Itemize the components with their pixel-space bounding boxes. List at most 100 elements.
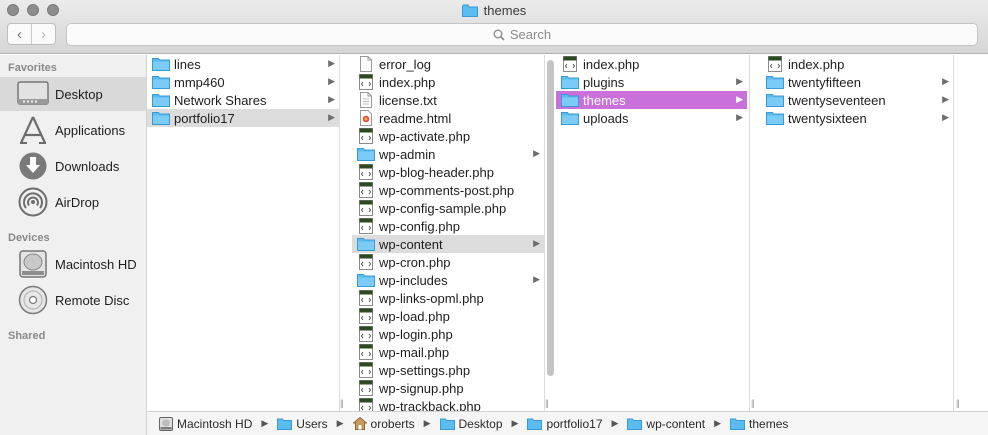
airdrop-icon	[16, 185, 50, 219]
item-label: portfolio17	[174, 110, 235, 126]
folder-icon	[766, 74, 784, 90]
folder-icon	[766, 110, 784, 126]
path-separator-icon: ▶	[423, 418, 431, 428]
path-item-label: themes	[749, 416, 789, 431]
list-item[interactable]: readme.html	[352, 109, 544, 127]
list-item[interactable]: plugins ▶	[556, 73, 747, 91]
item-label: wp-cron.php	[379, 254, 451, 270]
vertical-scrollbar[interactable]	[547, 60, 554, 376]
list-item[interactable]: index.php	[556, 55, 747, 73]
sidebar: Favorites Desktop Applications Downloads…	[0, 55, 147, 435]
list-item-selected[interactable]: themes ▶	[556, 91, 747, 109]
list-item[interactable]: wp-includes ▶	[352, 271, 544, 289]
search-input[interactable]: Search	[66, 23, 978, 46]
list-item[interactable]: wp-settings.php	[352, 361, 544, 379]
item-label: wp-config-sample.php	[379, 200, 507, 216]
list-item[interactable]: lines ▶	[147, 55, 339, 73]
list-item[interactable]: wp-links-opml.php	[352, 289, 544, 307]
php-file-icon	[357, 398, 375, 411]
list-item[interactable]: wp-activate.php	[352, 127, 544, 145]
item-label: readme.html	[379, 110, 452, 126]
sidebar-item-airdrop[interactable]: AirDrop	[0, 185, 146, 219]
list-item[interactable]: error_log	[352, 55, 544, 73]
list-item[interactable]: uploads ▶	[556, 109, 747, 127]
item-label: twentyfifteen	[788, 74, 861, 90]
forward-button[interactable]: ›	[31, 24, 55, 44]
back-button[interactable]: ‹	[8, 24, 31, 44]
list-item[interactable]: wp-config.php	[352, 217, 544, 235]
item-label: twentyseventeen	[788, 92, 886, 108]
list-item[interactable]: index.php	[352, 73, 544, 91]
disclosure-arrow-icon: ▶	[328, 112, 335, 122]
sidebar-item-macintosh-hd[interactable]: Macintosh HD	[0, 247, 146, 281]
list-item[interactable]: wp-admin ▶	[352, 145, 544, 163]
applications-icon	[16, 113, 50, 147]
item-label: wp-settings.php	[379, 362, 471, 378]
item-label: index.php	[788, 56, 845, 72]
home-icon	[352, 417, 367, 430]
list-item[interactable]: wp-cron.php	[352, 253, 544, 271]
item-label: wp-mail.php	[379, 344, 450, 360]
list-item[interactable]: twentyfifteen ▶	[761, 73, 953, 91]
list-item[interactable]: wp-config-sample.php	[352, 199, 544, 217]
column-4: index.php twentyfifteen ▶ twentyseventee…	[761, 55, 954, 411]
disclosure-arrow-icon: ▶	[533, 274, 540, 284]
sidebar-item-downloads[interactable]: Downloads	[0, 149, 146, 183]
downloads-icon	[16, 149, 50, 183]
php-file-icon	[561, 56, 579, 72]
item-label: wp-blog-header.php	[379, 164, 494, 180]
item-label: wp-load.php	[379, 308, 450, 324]
list-item[interactable]: wp-trackback.php	[352, 397, 544, 411]
column-1: lines ▶ mmp460 ▶ Network Shares ▶ portfo…	[147, 55, 340, 411]
folder-icon	[730, 418, 746, 430]
sidebar-item-applications[interactable]: Applications	[0, 113, 146, 147]
path-item-desktop[interactable]: Desktop	[439, 416, 503, 431]
sidebar-item-label: Applications	[55, 122, 126, 138]
document-icon	[357, 56, 375, 72]
php-file-icon	[357, 326, 375, 342]
sidebar-item-remote-disc[interactable]: Remote Disc	[0, 283, 146, 317]
item-label: wp-config.php	[379, 218, 460, 234]
list-item[interactable]: license.txt	[352, 91, 544, 109]
list-item[interactable]: wp-signup.php	[352, 379, 544, 397]
folder-icon	[461, 4, 478, 20]
list-item[interactable]: index.php	[761, 55, 953, 73]
path-item-macintosh-hd[interactable]: Macintosh HD	[159, 416, 253, 431]
list-item[interactable]: Network Shares ▶	[147, 91, 339, 109]
path-item-oroberts[interactable]: oroberts	[352, 417, 415, 431]
list-item[interactable]: wp-blog-header.php	[352, 163, 544, 181]
php-file-icon	[357, 74, 375, 90]
list-item[interactable]: twentyseventeen ▶	[761, 91, 953, 109]
path-item-themes[interactable]: themes	[730, 417, 788, 431]
list-item[interactable]: wp-comments-post.php	[352, 181, 544, 199]
folder-icon	[152, 92, 170, 108]
folder-icon	[152, 110, 170, 126]
path-item-wp-content[interactable]: wp-content	[627, 417, 705, 431]
path-item-label: Macintosh HD	[177, 416, 253, 431]
folder-icon	[357, 272, 375, 288]
path-item-portfolio17[interactable]: portfolio17	[527, 417, 603, 431]
path-item-label: Desktop	[458, 416, 503, 431]
list-item-selected[interactable]: portfolio17 ▶	[147, 109, 339, 127]
disclosure-arrow-icon: ▶	[328, 58, 335, 68]
list-item[interactable]: wp-load.php	[352, 307, 544, 325]
list-item-selected[interactable]: wp-content ▶	[352, 235, 544, 253]
item-label: wp-content	[379, 236, 443, 252]
php-file-icon	[357, 164, 375, 180]
path-bar: Macintosh HD ▶ Users ▶ oroberts ▶ Deskto…	[147, 411, 988, 435]
item-label: uploads	[583, 110, 629, 126]
path-item-users[interactable]: Users	[277, 417, 328, 431]
html-file-icon	[357, 110, 375, 126]
disclosure-arrow-icon: ▶	[533, 148, 540, 158]
list-item[interactable]: twentysixteen ▶	[761, 109, 953, 127]
list-item[interactable]: wp-login.php	[352, 325, 544, 343]
sidebar-item-desktop[interactable]: Desktop	[0, 77, 146, 111]
item-label: twentysixteen	[788, 110, 867, 126]
document-icon	[357, 92, 375, 108]
search-icon	[493, 29, 505, 41]
list-item[interactable]: mmp460 ▶	[147, 73, 339, 91]
list-item[interactable]: wp-mail.php	[352, 343, 544, 361]
item-label: mmp460	[174, 74, 225, 90]
title-bar: themes ‹ › Search	[0, 0, 988, 54]
item-label: lines	[174, 56, 201, 72]
